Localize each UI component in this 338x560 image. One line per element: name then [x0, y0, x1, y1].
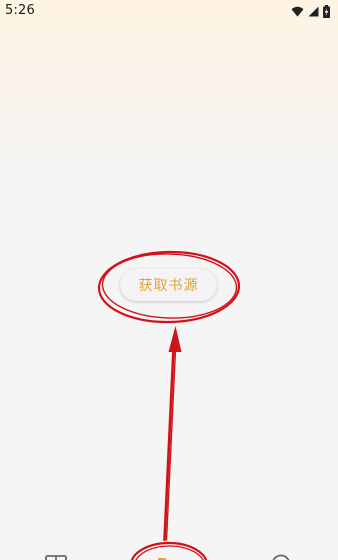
nav-bookshelf[interactable] [45, 554, 69, 560]
status-bar: 5:26 [0, 0, 338, 26]
annotation-arrow [163, 326, 182, 542]
nav-source[interactable] [157, 554, 181, 560]
bottom-navigation [0, 548, 338, 560]
folder-icon [157, 554, 181, 560]
status-icons [291, 4, 330, 18]
discover-icon [270, 554, 294, 560]
cellular-signal-icon [308, 6, 319, 17]
app-screen: 5:26 获取书源 [0, 0, 338, 560]
nav-discover[interactable] [270, 554, 294, 560]
bookshelf-icon [45, 554, 69, 560]
battery-charging-icon [323, 4, 330, 18]
get-book-source-button[interactable]: 获取书源 [120, 269, 217, 301]
wifi-icon [291, 6, 304, 17]
status-time: 5:26 [5, 3, 35, 18]
